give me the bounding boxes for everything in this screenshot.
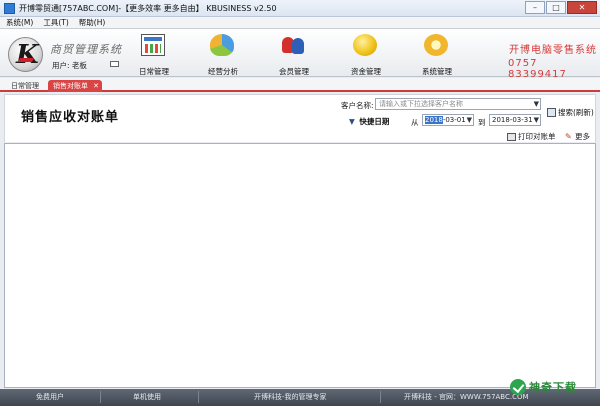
quick-date-button[interactable]: ▼ 快捷日期 bbox=[349, 116, 389, 127]
current-user: 用户: 老板 bbox=[52, 61, 87, 70]
hotline-number: 0757 83399417 bbox=[508, 58, 567, 80]
print-statement-button[interactable]: 打印对账单 bbox=[507, 131, 556, 142]
to-label: 到 bbox=[478, 118, 486, 127]
chevron-down-icon[interactable]: ▼ bbox=[534, 99, 539, 109]
tab-close-icon[interactable]: ✕ bbox=[93, 80, 99, 92]
status-separator bbox=[380, 391, 381, 403]
watermark-logo-icon bbox=[510, 379, 526, 395]
tab-strip: 日常管理 销售对账单 ✕ bbox=[0, 78, 600, 92]
window-controls: – □ ✕ bbox=[524, 1, 597, 14]
minimize-button[interactable]: – bbox=[525, 1, 545, 14]
action-bar: 打印对账单 ✎ 更多 bbox=[4, 130, 596, 143]
printer-icon bbox=[507, 132, 516, 141]
nav-system-label: 系统管理 bbox=[422, 67, 452, 76]
app-icon bbox=[4, 2, 15, 14]
more-label: 更多 bbox=[575, 132, 590, 141]
tab-sales-statement-label: 销售对账单 bbox=[53, 82, 88, 90]
status-free-user: 免费用户 bbox=[36, 393, 64, 401]
chevron-down-icon[interactable]: ▼ bbox=[534, 115, 539, 125]
status-separator bbox=[198, 391, 199, 403]
nav-analysis-label: 经营分析 bbox=[208, 67, 238, 76]
quick-date-label: 快捷日期 bbox=[359, 117, 390, 126]
fund-icon bbox=[353, 34, 377, 56]
daily-icon bbox=[141, 34, 165, 56]
close-button[interactable]: ✕ bbox=[567, 1, 597, 14]
print-statement-label: 打印对账单 bbox=[518, 132, 556, 141]
menu-help[interactable]: 帮助(H) bbox=[79, 17, 106, 28]
nav-daily[interactable]: 日常管理 bbox=[125, 29, 183, 77]
system-gear-icon bbox=[424, 34, 448, 56]
date-from-field[interactable]: 2018-03-01 ▼ bbox=[422, 114, 474, 126]
customer-label: 客户名称: bbox=[341, 101, 374, 110]
watermark-text: 神奇下载 bbox=[529, 381, 577, 394]
chevron-down-icon[interactable]: ▼ bbox=[467, 115, 472, 125]
more-icon: ✎ bbox=[565, 131, 572, 141]
system-name: 商贸管理系统 bbox=[50, 43, 122, 56]
status-vendor-tagline: 开博科技-我的管理专家 bbox=[254, 393, 327, 401]
menu-bar: 系统(M) 工具(T) 帮助(H) bbox=[0, 17, 600, 29]
more-button[interactable]: ✎ 更多 bbox=[565, 131, 590, 142]
tab-daily-management[interactable]: 日常管理 bbox=[6, 80, 44, 92]
status-separator bbox=[100, 391, 101, 403]
date-to-field[interactable]: 2018-03-31 ▼ bbox=[489, 114, 541, 126]
search-refresh-button[interactable]: 搜索(刷新) bbox=[547, 107, 594, 118]
title-bar: 开博零贸通[757ABC.COM]-【更多效率 更多自由】 KBUSINESS … bbox=[0, 0, 600, 17]
page-title: 销售应收对账单 bbox=[21, 110, 120, 125]
date-to-value: 2018-03-31 bbox=[492, 116, 533, 124]
nav-member[interactable]: 会员管理 bbox=[265, 29, 323, 77]
nav-system[interactable]: 系统管理 bbox=[408, 29, 466, 77]
date-from-year: 2018 bbox=[425, 116, 443, 124]
search-icon bbox=[547, 108, 556, 117]
menu-system[interactable]: 系统(M) bbox=[6, 17, 33, 28]
statement-grid[interactable] bbox=[4, 143, 596, 388]
tab-sales-statement[interactable]: 销售对账单 ✕ bbox=[48, 80, 102, 92]
app-header: K 商贸管理系统 用户: 老板 日常管理 经营分析 会员管理 资金管理 系统管理… bbox=[0, 29, 600, 80]
nav-daily-label: 日常管理 bbox=[139, 67, 169, 76]
logo-k-icon: K bbox=[8, 37, 43, 72]
nav-member-label: 会员管理 bbox=[279, 67, 309, 76]
customer-placeholder: 请输入或下拉选择客户名称 bbox=[379, 100, 463, 108]
member-icon bbox=[281, 34, 305, 56]
from-label: 从 bbox=[411, 118, 419, 127]
nav-analysis[interactable]: 经营分析 bbox=[194, 29, 252, 77]
triangle-down-icon: ▼ bbox=[349, 117, 355, 126]
window-title: 开博零贸通[757ABC.COM]-【更多效率 更多自由】 KBUSINESS … bbox=[19, 3, 277, 13]
maximize-button[interactable]: □ bbox=[546, 1, 566, 14]
hotline-title: 开博电脑零售系统 bbox=[509, 45, 597, 56]
menu-tools[interactable]: 工具(T) bbox=[43, 17, 68, 28]
customer-input[interactable]: 请输入或下拉选择客户名称 ▼ bbox=[375, 98, 541, 110]
status-single-use: 单机使用 bbox=[133, 393, 161, 401]
search-refresh-label: 搜索(刷新) bbox=[558, 108, 594, 117]
nav-fund-label: 资金管理 bbox=[351, 67, 381, 76]
nav-fund[interactable]: 资金管理 bbox=[337, 29, 395, 77]
analysis-icon bbox=[210, 34, 234, 56]
mail-icon[interactable] bbox=[110, 61, 119, 67]
watermark: 神奇下载 bbox=[510, 374, 596, 400]
date-from-rest: -03-01 bbox=[442, 116, 466, 124]
